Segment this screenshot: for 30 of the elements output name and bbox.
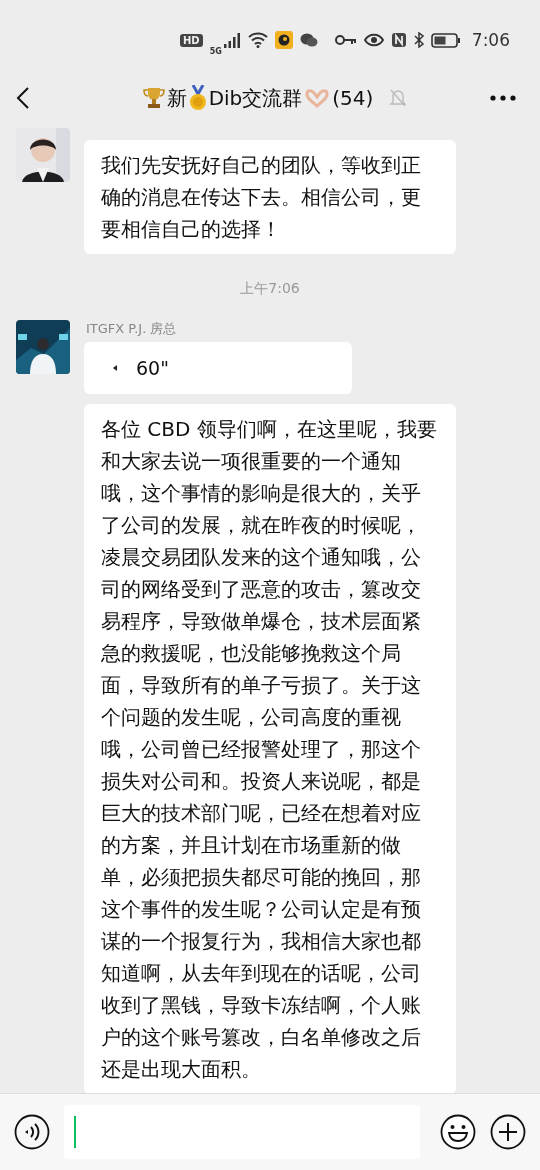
sender-name: ITGFX P.J. 房总 <box>86 320 178 338</box>
voice-wave-icon <box>112 363 118 373</box>
member-count: (54) <box>332 86 374 110</box>
wifi-icon <box>247 32 268 48</box>
app-icon <box>274 31 293 49</box>
more-button[interactable] <box>490 95 516 101</box>
timestamp: 上午7:06 <box>239 280 301 298</box>
back-button[interactable] <box>16 86 30 110</box>
signal-icon <box>222 32 241 48</box>
battery-icon <box>430 32 461 48</box>
voice-message[interactable]: 60" <box>84 342 352 394</box>
status-time: 7:06 <box>471 30 510 50</box>
key-icon <box>334 34 357 46</box>
title-text: 新 <box>166 84 187 112</box>
hd-badge: HD <box>180 33 203 47</box>
message-bubble: 我们先安抚好自己的团队，等收到正确的消息在传达下去。相信公司，更要相信自己的选择！ <box>84 140 456 254</box>
heart-hands-icon <box>304 88 331 108</box>
input-field[interactable] <box>64 1105 420 1159</box>
title-text: Dib交流群 <box>208 84 303 112</box>
medal-icon <box>188 85 207 111</box>
emoji-button[interactable] <box>440 1114 476 1150</box>
bluetooth-icon <box>413 32 424 48</box>
chat-icon <box>299 32 318 48</box>
trophy-icon <box>142 86 165 110</box>
nfc-icon <box>390 32 407 48</box>
voice-input-button[interactable] <box>14 1114 50 1150</box>
network-label: 5G <box>209 46 222 56</box>
eye-icon <box>363 33 384 47</box>
message-bubble: 各位 CBD 领导们啊，在这里呢，我要和大家去说一项很重要的一个通知哦，这个事情的影响是很大的，关乎了公司的发展，就在昨夜的时候呢，凌晨交易团队发来的这个通知哦，公司的网络受到了恶意的攻击，篡改交易程序，导致做单爆仓，技术层面紧急的救援呢，也没能够挽救这个局面，导致所有的单子亏损了。关于这个问题的发生呢，公司高度的重视哦，公司曾已经报警处理了，那这个损失对公司和。投资人来说呢，都是巨大的技术部门呢，已经在想着对应的方案，并且计划在市场重新的做单，必须把损失都尽可能的挽回，那这个事件的发生呢？公司认定是有预谋的一个报复行为，我相信大家也都知道啊，从去年到现在的话呢，公司收到了黑钱，导致卡冻结啊，个人账户的这个账号篡改，白名单修改之后还是出现大面积。 <box>84 404 456 1094</box>
add-button[interactable] <box>490 1114 526 1150</box>
